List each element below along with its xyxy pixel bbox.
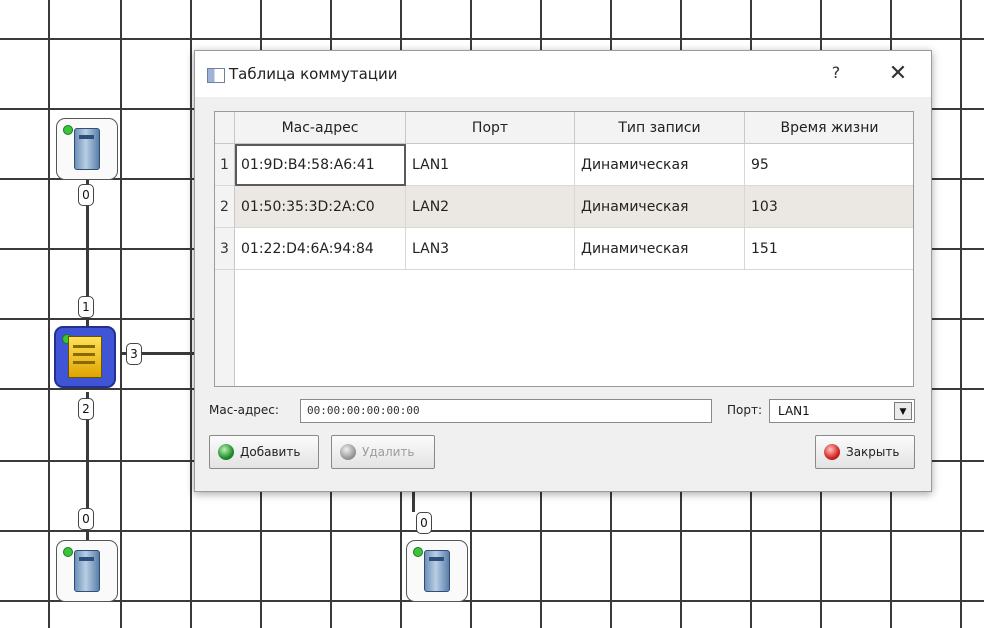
cell-port[interactable]: LAN1 [406, 144, 575, 186]
computer-icon [74, 128, 100, 170]
close-button-label: Закрыть [846, 445, 900, 459]
cell-port[interactable]: LAN2 [406, 186, 575, 228]
table-corner [215, 112, 235, 144]
chevron-down-icon[interactable]: ▼ [894, 402, 912, 420]
port-label: 0 [416, 512, 432, 534]
close-dialog-button[interactable]: Закрыть [815, 435, 915, 469]
add-button-label: Добавить [240, 445, 301, 459]
status-led-icon [413, 547, 423, 557]
column-header-mac[interactable]: Mac-адрес [235, 112, 406, 144]
delete-button-label: Удалить [362, 445, 415, 459]
table-row[interactable]: 3 01:22:D4:6A:94:84 LAN3 Динамическая 15… [215, 228, 913, 270]
cell-port[interactable]: LAN3 [406, 228, 575, 270]
cable-lower-pc [412, 490, 415, 512]
computer-icon [424, 550, 450, 592]
delete-icon [340, 444, 356, 460]
mac-address-label: Mac-адрес: [209, 403, 279, 417]
column-header-port[interactable]: Порт [406, 112, 575, 144]
close-circle-icon [824, 444, 840, 460]
switching-table-dialog: Таблица коммутации ? ✕ Mac-адрес Порт Ти… [194, 50, 932, 492]
port-label: 0 [78, 508, 94, 530]
status-led-icon [63, 125, 73, 135]
port-label: 1 [78, 296, 94, 318]
row-number: 1 [215, 144, 235, 186]
table-row[interactable]: 2 01:50:35:3D:2A:C0 LAN2 Динамическая 10… [215, 186, 913, 228]
port-label-text: Порт: [727, 403, 763, 417]
port-label: 2 [78, 398, 94, 420]
row-number: 2 [215, 186, 235, 228]
table-row[interactable]: 1 01:9D:B4:58:A6:41 LAN1 Динамическая 95 [215, 144, 913, 186]
port-label: 0 [78, 184, 94, 206]
port-select[interactable]: LAN1 ▼ [769, 399, 915, 423]
mac-address-input[interactable]: 00:00:00:00:00:00 [300, 399, 712, 423]
dialog-titlebar[interactable]: Таблица коммутации ? ✕ [195, 51, 931, 97]
status-led-icon [63, 547, 73, 557]
pc-device-top[interactable] [56, 118, 118, 180]
switch-icon [68, 336, 102, 378]
close-icon[interactable]: ✕ [885, 61, 911, 87]
cell-mac[interactable]: 01:9D:B4:58:A6:41 [235, 144, 406, 186]
pc-device-bottom-left[interactable] [56, 540, 118, 602]
cell-type[interactable]: Динамическая [575, 228, 745, 270]
cell-mac[interactable]: 01:22:D4:6A:94:84 [235, 228, 406, 270]
delete-button[interactable]: Удалить [331, 435, 435, 469]
cell-ttl[interactable]: 151 [745, 228, 913, 270]
add-button[interactable]: Добавить [209, 435, 319, 469]
cell-ttl[interactable]: 103 [745, 186, 913, 228]
dialog-title: Таблица коммутации [229, 65, 398, 83]
port-label: 3 [126, 343, 142, 365]
port-select-value: LAN1 [778, 404, 810, 418]
row-number: 3 [215, 228, 235, 270]
add-icon [218, 444, 234, 460]
cell-type[interactable]: Динамическая [575, 144, 745, 186]
cell-mac[interactable]: 01:50:35:3D:2A:C0 [235, 186, 406, 228]
help-button[interactable]: ? [823, 63, 849, 85]
switch-device[interactable] [54, 326, 116, 388]
column-header-ttl[interactable]: Время жизни [745, 112, 913, 144]
switching-table[interactable]: Mac-адрес Порт Тип записи Время жизни 1 … [214, 111, 914, 387]
cell-type[interactable]: Динамическая [575, 186, 745, 228]
table-icon [207, 68, 225, 83]
column-header-type[interactable]: Тип записи [575, 112, 745, 144]
computer-icon [74, 550, 100, 592]
row-header-empty [215, 270, 235, 386]
cell-ttl[interactable]: 95 [745, 144, 913, 186]
pc-device-bottom-center[interactable] [406, 540, 468, 602]
